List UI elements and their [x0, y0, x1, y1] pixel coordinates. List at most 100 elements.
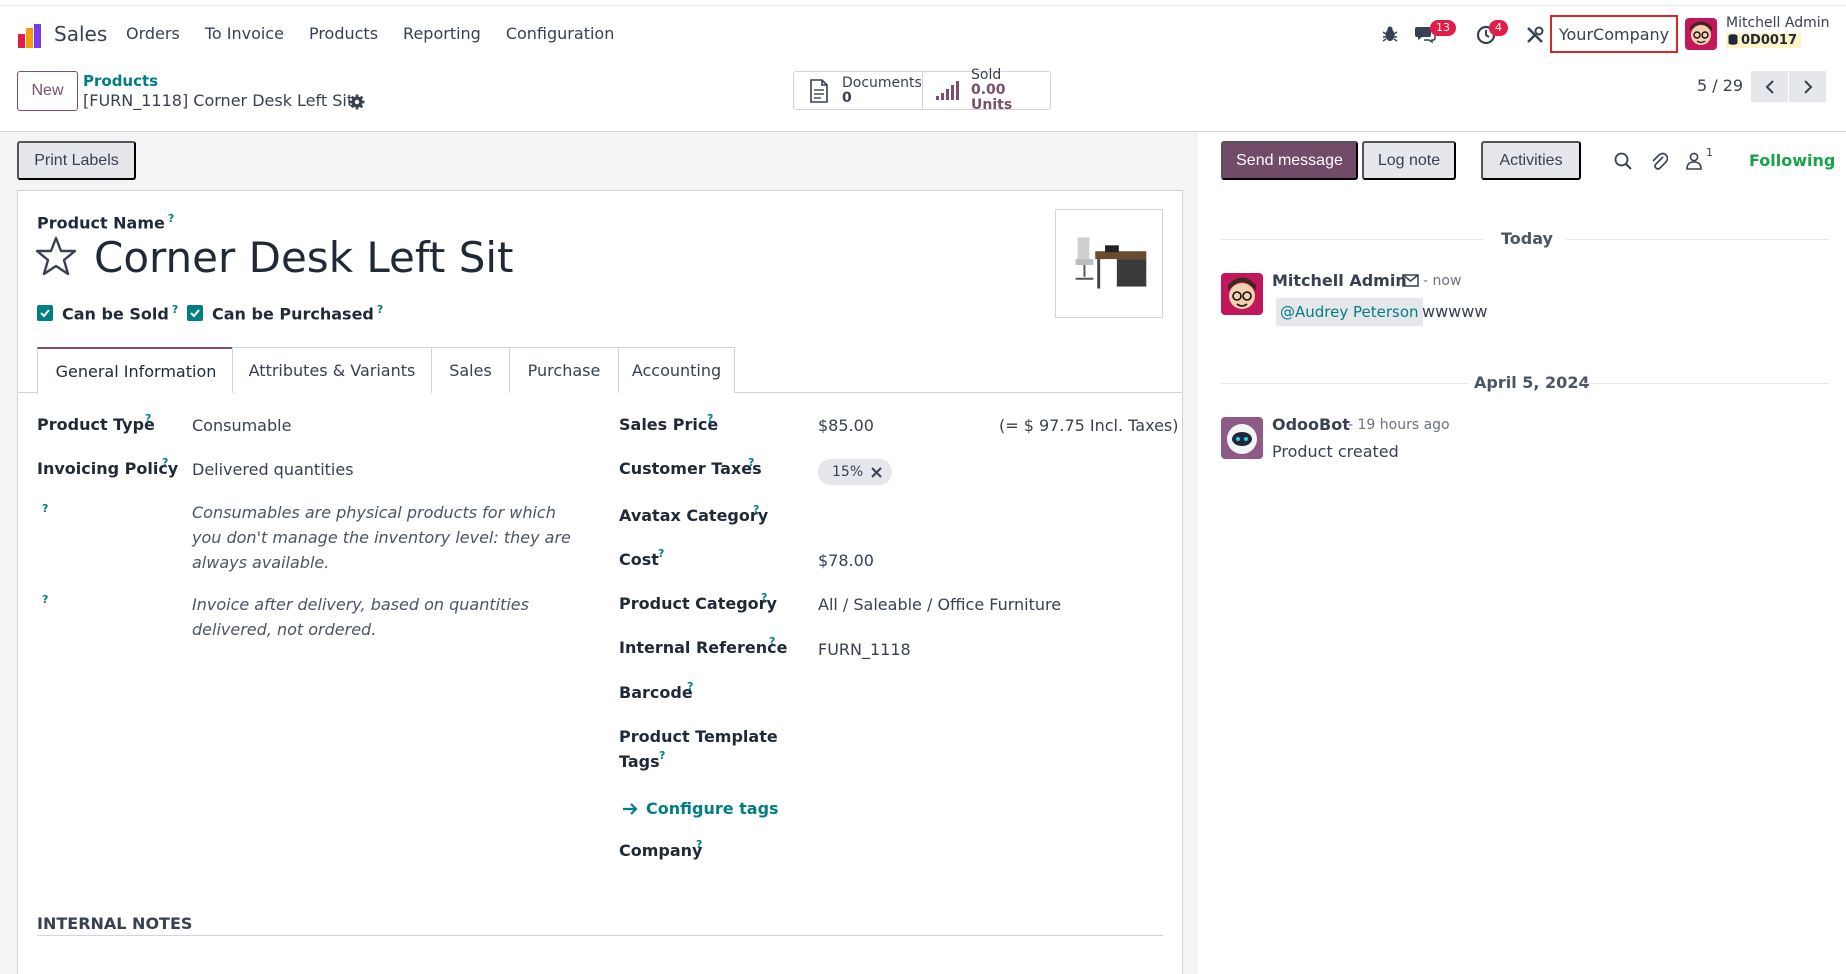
gear-icon[interactable]	[349, 94, 365, 110]
mitchell-admin-avatar[interactable]	[1221, 273, 1263, 315]
document-icon	[806, 78, 832, 103]
app-name[interactable]: Sales	[54, 22, 107, 46]
help-tooltip[interactable]: ?	[377, 303, 383, 316]
activities-button[interactable]: Activities	[1481, 141, 1581, 180]
help-tooltip[interactable]: ?	[696, 838, 702, 851]
help-tooltip[interactable]: ?	[172, 303, 178, 316]
separator-line	[1583, 383, 1829, 384]
help-tooltip[interactable]: ?	[42, 593, 48, 606]
sales-app-icon[interactable]	[16, 22, 44, 50]
price-incl-taxes: (= $ 97.75 Incl. Taxes)	[999, 416, 1179, 435]
product-template-tags-label-line2: Tags	[619, 752, 660, 771]
can-be-purchased-checkbox[interactable]	[187, 305, 203, 321]
star-favorite-icon[interactable]	[35, 235, 77, 277]
followers-button[interactable]	[1683, 150, 1705, 172]
date-separator-label: April 5, 2024	[1474, 373, 1590, 392]
menu-orders[interactable]: Orders	[126, 24, 180, 43]
user-avatar[interactable]	[1685, 18, 1717, 50]
separator-line	[1221, 383, 1468, 384]
sales-price-label: Sales Price	[619, 415, 719, 434]
invoicing-policy-label: Invoicing Policy	[37, 459, 179, 478]
product-name-input[interactable]: Corner Desk Left Sit	[94, 233, 514, 282]
paperclip-icon	[1652, 152, 1668, 170]
internal-reference-label: Internal Reference	[619, 638, 788, 657]
envelope-icon[interactable]	[1402, 274, 1419, 287]
configure-tags-link[interactable]: Configure tags	[646, 799, 779, 818]
customer-tax-tag[interactable]: 15%	[818, 459, 893, 485]
sold-smart-button[interactable]: Sold 0.00 Units	[922, 68, 1050, 113]
breadcrumb-parent[interactable]: Products	[83, 72, 158, 90]
documents-smart-button[interactable]: Documents 0	[794, 72, 922, 109]
sold-label: Sold	[971, 67, 1002, 83]
help-tooltip[interactable]: ?	[748, 456, 754, 469]
new-button[interactable]: New	[17, 71, 78, 111]
help-tooltip[interactable]: ?	[761, 591, 767, 604]
date-separator-today: Today	[1221, 229, 1829, 249]
pager-next-button[interactable]	[1789, 71, 1826, 102]
checkmark-icon	[40, 309, 50, 318]
menu-products[interactable]: Products	[309, 24, 378, 43]
avatax-category-label: Avatax Category	[619, 506, 769, 525]
invoicing-policy-value[interactable]: Delivered quantities	[192, 460, 354, 479]
can-be-sold-text: Can be Sold	[62, 304, 169, 324]
print-labels-button[interactable]: Print Labels	[17, 141, 136, 180]
menu-reporting[interactable]: Reporting	[403, 24, 481, 43]
date-separator-april: April 5, 2024	[1221, 373, 1829, 393]
internal-reference-value[interactable]: FURN_1118	[818, 640, 911, 659]
product-name-label-text: Product Name	[37, 213, 165, 233]
cost-value[interactable]: $78.00	[818, 551, 874, 570]
sales-price-value[interactable]: $85.00	[818, 416, 874, 435]
help-tooltip[interactable]: ?	[145, 412, 151, 425]
help-tooltip[interactable]: ?	[42, 502, 48, 515]
attachments-button[interactable]	[1648, 150, 1670, 172]
menu-configuration[interactable]: Configuration	[506, 24, 615, 43]
tab-accounting[interactable]: Accounting	[618, 347, 735, 393]
separator-line	[1566, 239, 1829, 240]
help-tooltip[interactable]: ?	[168, 212, 174, 225]
sold-value: 0.00 Units	[971, 82, 1013, 113]
send-message-button[interactable]: Send message	[1221, 141, 1358, 180]
help-tooltip[interactable]: ?	[707, 412, 713, 425]
user-name[interactable]: Mitchell Admin	[1726, 15, 1830, 31]
invoicing-help-text: Invoice after delivery, based on quantit…	[192, 595, 529, 639]
help-tooltip[interactable]: ?	[162, 456, 168, 469]
help-tooltip[interactable]: ?	[658, 547, 664, 560]
tab-purchase[interactable]: Purchase	[509, 347, 619, 393]
menu-to-invoice[interactable]: To Invoice	[205, 24, 284, 43]
following-button[interactable]: Following	[1749, 151, 1835, 170]
message-body: wwwww	[1422, 302, 1488, 321]
product-type-value[interactable]: Consumable	[192, 416, 291, 435]
product-image[interactable]	[1055, 209, 1163, 318]
company-switcher[interactable]: YourCompany	[1550, 15, 1678, 53]
help-tooltip[interactable]: ?	[659, 749, 665, 762]
followers-count: 1	[1706, 146, 1713, 159]
database-icon	[1728, 34, 1738, 45]
pager-previous-button[interactable]	[1751, 71, 1788, 102]
mention-link[interactable]: @Audrey Peterson	[1276, 298, 1423, 326]
tab-general-information[interactable]: General Information	[37, 347, 235, 394]
help-tooltip[interactable]: ?	[687, 680, 693, 693]
can-be-purchased-label: Can be Purchased?	[212, 303, 383, 323]
can-be-sold-checkbox[interactable]	[37, 305, 53, 321]
tools-icon[interactable]	[1525, 25, 1545, 45]
chevron-left-icon	[1765, 79, 1774, 94]
message-author[interactable]: OdooBot	[1272, 415, 1350, 434]
breadcrumb-current: [FURN_1118] Corner Desk Left Sit	[83, 91, 354, 110]
help-tooltip[interactable]: ?	[769, 635, 775, 648]
close-icon[interactable]	[871, 466, 882, 478]
odoobot-avatar[interactable]	[1221, 417, 1263, 459]
control-panel: New Products [FURN_1118] Corner Desk Lef…	[0, 62, 1846, 132]
internal-notes-divider	[37, 935, 1163, 936]
chevron-right-icon	[1803, 79, 1812, 94]
pager-value[interactable]: 5 / 29	[1697, 76, 1743, 95]
search-messages-button[interactable]	[1612, 150, 1634, 172]
help-tooltip[interactable]: ?	[753, 503, 759, 516]
bug-icon[interactable]	[1381, 25, 1399, 43]
product-category-value[interactable]: All / Saleable / Office Furniture	[818, 595, 1061, 614]
log-note-button[interactable]: Log note	[1362, 141, 1456, 180]
message-author[interactable]: Mitchell Admin	[1272, 271, 1407, 290]
tab-attributes-variants[interactable]: Attributes & Variants	[232, 347, 432, 393]
form-tabs: General Information Attributes & Variant…	[17, 347, 1183, 394]
database-name: 0D0017	[1726, 33, 1802, 48]
tab-sales[interactable]: Sales	[431, 347, 510, 393]
